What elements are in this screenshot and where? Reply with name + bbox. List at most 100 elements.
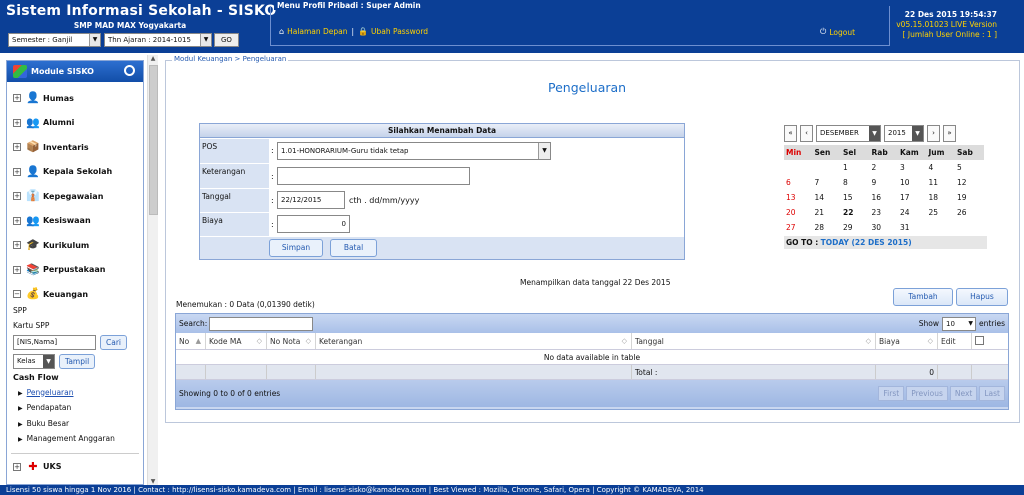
prev-year-button[interactable]: « [784,124,797,142]
go-button[interactable]: GO [214,33,239,47]
goto-today[interactable]: GO TO : TODAY (22 DES 2015) [784,236,987,249]
calendar-day[interactable]: 6 [784,175,813,190]
col-biaya[interactable]: Biaya ◇ [876,333,938,349]
keterangan-input[interactable] [277,167,470,185]
home-link[interactable]: Halaman Depan [287,27,347,36]
tahun-select[interactable]: Thn Ajaran : 2014-1015 ▼ [104,33,212,47]
password-link[interactable]: Ubah Password [371,27,428,36]
sidebar-scrollbar[interactable]: ▲ ▼ [147,55,158,485]
year-select[interactable]: 2015 ▼ [884,124,924,142]
expand-icon[interactable]: + [13,192,21,201]
expand-icon[interactable]: + [13,216,21,225]
calendar-day[interactable]: 25 [927,205,956,220]
sidebar-item-uks[interactable]: + ✚ UKS [7,458,143,476]
previous-page-button[interactable]: Previous [906,386,948,401]
sidebar-item-alumni[interactable]: + 👥 Alumni [7,111,143,136]
calendar-day[interactable]: 4 [927,160,956,175]
cf-buku-besar[interactable]: ▶ Buku Besar [7,416,143,432]
calendar-day[interactable]: 2 [870,160,899,175]
calendar-day[interactable]: 29 [841,220,870,235]
cf-pengeluaran[interactable]: ▶ Pengeluaran [7,385,143,401]
scroll-up-icon[interactable]: ▲ [148,55,158,62]
biaya-input[interactable]: 0 [277,215,350,233]
calendar-day[interactable]: 13 [784,190,813,205]
calendar-day[interactable]: 22 [841,205,870,220]
expand-icon[interactable]: + [13,241,21,250]
calendar-day[interactable]: 10 [898,175,927,190]
calendar-day[interactable]: 8 [841,175,870,190]
sidebar-item-inventaris[interactable]: + 📦 Inventaris [7,135,143,160]
simpan-button[interactable]: Simpan [269,239,323,257]
logout-link[interactable]: Logout [829,28,855,37]
col-tanggal[interactable]: Tanggal ◇ [632,333,876,349]
tanggal-input[interactable]: 22/12/2015 [277,191,345,209]
calendar-day[interactable]: 26 [955,205,984,220]
last-page-button[interactable]: Last [979,386,1005,401]
cf-pendapatan[interactable]: ▶ Pendapatan [7,400,143,416]
calendar-day[interactable]: 21 [813,205,842,220]
calendar-day[interactable]: 27 [784,220,813,235]
calendar-day[interactable]: 7 [813,175,842,190]
calendar-day[interactable]: 31 [898,220,927,235]
next-page-button[interactable]: Next [949,386,978,401]
calendar-day[interactable]: 12 [955,175,984,190]
calendar-day[interactable]: 15 [841,190,870,205]
calendar-day[interactable]: 20 [784,205,813,220]
expand-icon[interactable]: + [13,143,21,152]
col-keterangan[interactable]: Keterangan ◇ [316,333,632,349]
kelas-select[interactable]: Kelas ▼ [13,353,55,369]
next-year-button[interactable]: » [943,124,956,142]
calendar-day[interactable]: 9 [870,175,899,190]
profile-menu-box [270,6,890,46]
expand-icon[interactable]: + [13,265,21,274]
col-no[interactable]: No ▲ [176,333,206,349]
calendar-day[interactable]: 19 [955,190,984,205]
sidebar-item-kepegawaian[interactable]: + 👔 Kepegawaian [7,184,143,209]
first-page-button[interactable]: First [878,386,905,401]
cari-button[interactable]: Cari [100,334,127,350]
calendar-day[interactable]: 16 [870,190,899,205]
sidebar-item-kurikulum[interactable]: + 🎓 Kurikulum [7,233,143,258]
entries-select[interactable]: 10 ▼ [942,316,976,331]
semester-select[interactable]: Semester : Ganjil ▼ [8,33,101,47]
expand-icon[interactable]: + [13,167,21,176]
search-input[interactable] [209,316,314,331]
calendar-day[interactable]: 3 [898,160,927,175]
expand-icon[interactable]: + [13,118,21,127]
nis-input[interactable]: [NIS,Nama] [13,334,96,350]
calendar-day[interactable]: 14 [813,190,842,205]
collapse-icon[interactable]: − [13,290,21,299]
pos-select[interactable]: 1.01-HONORARIUM-Guru tidak tetap ▼ [277,142,551,160]
sidebar-item-kesiswaan[interactable]: + 👥 Kesiswaan [7,209,143,234]
calendar-day[interactable]: 17 [898,190,927,205]
calendar-day[interactable]: 5 [955,160,984,175]
expand-icon[interactable]: + [13,94,21,103]
col-kode-ma[interactable]: Kode MA ◇ [206,333,267,349]
month-select[interactable]: DESEMBER ▼ [816,124,881,142]
cf-management-anggaran[interactable]: ▶ Management Anggaran [7,431,143,447]
checkbox[interactable] [975,336,984,345]
col-select-all[interactable] [972,333,1008,349]
tampil-button[interactable]: Tampil [59,353,96,369]
sidebar-item-humas[interactable]: + 👤 Humas [7,86,143,111]
collapse-icon[interactable] [124,65,135,76]
scroll-thumb[interactable] [149,65,158,215]
tambah-button[interactable]: Tambah [893,288,953,306]
col-no-nota[interactable]: No Nota ◇ [267,333,316,349]
arrow-right-icon: ▶ [18,420,23,428]
prev-month-button[interactable]: ‹ [800,124,813,142]
sidebar-item-perpustakaan[interactable]: + 📚 Perpustakaan [7,258,143,283]
calendar-day[interactable]: 24 [898,205,927,220]
calendar-day[interactable]: 30 [870,220,899,235]
calendar-day[interactable]: 28 [813,220,842,235]
expand-icon[interactable]: + [13,462,21,471]
calendar-day[interactable]: 1 [841,160,870,175]
hapus-button[interactable]: Hapus [956,288,1008,306]
next-month-button[interactable]: › [927,124,940,142]
calendar-day[interactable]: 23 [870,205,899,220]
scroll-down-icon[interactable]: ▼ [148,478,158,485]
sidebar-item-kepala-sekolah[interactable]: + 👤 Kepala Sekolah [7,160,143,185]
calendar-day[interactable]: 18 [927,190,956,205]
batal-button[interactable]: Batal [330,239,377,257]
calendar-day[interactable]: 11 [927,175,956,190]
